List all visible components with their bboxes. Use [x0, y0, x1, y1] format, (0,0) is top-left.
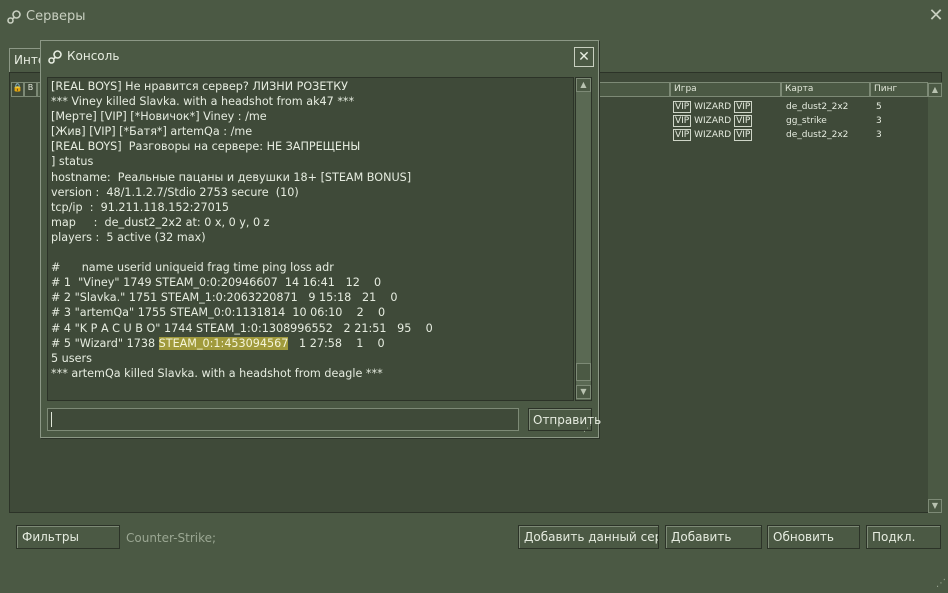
console-line: # 1 "Viney" 1749 STEAM_0:0:20946607 14 1…	[51, 276, 382, 290]
window-close-button[interactable]: ✕	[926, 6, 946, 26]
server-row-game[interactable]: VIP WIZARD VIP	[673, 101, 753, 113]
console-line: # 4 "K P A C U B O" 1744 STEAM_1:0:13089…	[51, 321, 433, 335]
console-title: Консоль	[67, 49, 120, 63]
connect-button[interactable]: Подкл.	[866, 525, 941, 549]
console-log[interactable]: [REAL BOYS] Не нравится сервер? ЛИЗНИ РО…	[47, 77, 574, 401]
console-line: # name userid uniqueid frag time ping lo…	[51, 261, 334, 275]
console-close-button[interactable]: ✕	[574, 47, 594, 67]
selected-text[interactable]: STEAM_0:1:453094567	[158, 336, 289, 350]
console-line: *** Viney killed Slavka. with a headshot…	[51, 95, 355, 109]
console-command-input[interactable]	[47, 408, 519, 431]
server-row-game[interactable]: VIP WIZARD VIP	[673, 115, 753, 127]
server-row-map[interactable]: gg_strike	[786, 116, 827, 126]
server-row-ping[interactable]: 5	[876, 102, 882, 112]
console-line: [Жив] [VIP] [*Батя*] artemQa : /me	[51, 125, 253, 139]
add-current-server-button[interactable]: Добавить данный серве	[518, 525, 659, 549]
console-line: tcp/ip : 91.211.118.152:27015	[51, 200, 229, 214]
scroll-down-icon[interactable]: ▼	[576, 385, 591, 399]
column-header-ping[interactable]: Пинг	[870, 82, 928, 97]
console-scroll-thumb[interactable]	[576, 363, 591, 381]
console-line: ] status	[51, 155, 94, 169]
scroll-up-icon[interactable]: ▲	[576, 78, 591, 92]
server-row-map[interactable]: de_dust2_2x2	[786, 130, 848, 140]
console-line: # 5 "Wizard" 1738 STEAM_0:1:453094567 1 …	[51, 336, 385, 350]
steam-icon	[7, 10, 21, 24]
console-line: [Мерте] [VIP] [*Новичок*] Viney : /me	[51, 110, 267, 124]
console-line: [REAL BOYS] Не нравится сервер? ЛИЗНИ РО…	[51, 80, 349, 93]
scroll-up-icon[interactable]: ▲	[928, 83, 942, 97]
window-title: Серверы	[26, 9, 86, 24]
column-header-map[interactable]: Карта	[781, 82, 870, 97]
column-header-game[interactable]: Игра	[670, 82, 781, 97]
add-server-button[interactable]: Добавить	[665, 525, 762, 549]
server-row-ping[interactable]: 3	[876, 116, 882, 126]
console-scrollbar[interactable]	[575, 77, 592, 401]
filter-summary: Counter-Strike;	[126, 531, 217, 545]
steam-icon	[48, 50, 62, 64]
console-line: hostname: Реальные пацаны и девушки 18+ …	[51, 170, 412, 184]
console-line: version : 48/1.1.2.7/Stdio 2753 secure (…	[51, 185, 299, 199]
scroll-down-icon[interactable]: ▼	[928, 499, 942, 513]
server-row-game[interactable]: VIP WIZARD VIP	[673, 129, 753, 141]
server-row-ping[interactable]: 3	[876, 130, 882, 140]
console-line: 5 users	[51, 351, 92, 365]
console-line: *** artemQa killed Slavka. with a headsh…	[51, 366, 383, 380]
console-line: [REAL BOYS] Разговоры на сервере: НЕ ЗАП…	[51, 140, 361, 154]
console-line: players : 5 active (32 max)	[51, 230, 206, 244]
resize-grip-icon[interactable]: ⋰	[936, 578, 946, 589]
server-list-scrollbar[interactable]	[928, 82, 942, 513]
text-caret	[51, 412, 52, 427]
bots-column-icon[interactable]: B	[24, 82, 37, 97]
server-row-map[interactable]: de_dust2_2x2	[786, 102, 848, 112]
console-line: # 2 "Slavka." 1751 STEAM_1:0:2063220871 …	[51, 291, 398, 305]
console-line: # 3 "artemQa" 1755 STEAM_0:0:1131814 10 …	[51, 306, 386, 320]
console-line: map : de_dust2_2x2 at: 0 x, 0 y, 0 z	[51, 215, 270, 229]
resize-grip-icon[interactable]: ⋰	[583, 424, 592, 434]
filters-button[interactable]: Фильтры	[16, 525, 120, 549]
refresh-button[interactable]: Обновить	[767, 525, 860, 549]
lock-column-icon[interactable]: 🔒	[11, 82, 24, 97]
